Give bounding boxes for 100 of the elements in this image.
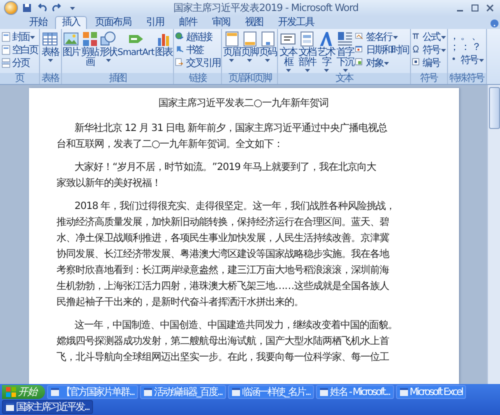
ribbon-button[interactable]: 交叉引用 bbox=[175, 57, 220, 69]
page-number-icon bbox=[260, 31, 276, 47]
ribbon-button[interactable]: 文档部件 bbox=[298, 31, 316, 72]
group-label: 表格 bbox=[40, 73, 60, 84]
help-icon bbox=[490, 18, 498, 28]
ribbon-button[interactable]: SmartArt bbox=[118, 31, 154, 58]
document-parts-icon bbox=[299, 31, 316, 47]
ribbon-button[interactable]: 超链接 bbox=[175, 31, 220, 43]
ribbon-button[interactable]: 表格 bbox=[42, 31, 58, 62]
group-label: 页眉和页脚 bbox=[222, 73, 278, 84]
punctuation-button[interactable]: ； bbox=[450, 42, 460, 53]
redo-button[interactable] bbox=[51, 2, 63, 14]
taskbar-item[interactable]: 姓名 - Microsoft... bbox=[316, 385, 394, 399]
save-button[interactable] bbox=[21, 2, 33, 14]
group-label: 文本 bbox=[278, 73, 410, 84]
ribbon-tab[interactable]: 开发工具 bbox=[271, 16, 321, 29]
cross-reference-icon bbox=[175, 58, 186, 68]
ribbon-button[interactable]: 首字下沉 bbox=[336, 31, 354, 72]
ribbon-button[interactable]: 符号 bbox=[450, 54, 484, 66]
group-label: 特殊符号 bbox=[448, 73, 486, 84]
caret-icon bbox=[478, 58, 484, 62]
redo-icon bbox=[52, 3, 62, 13]
ribbon-tab[interactable]: 邮件 bbox=[172, 16, 204, 29]
windows-logo-icon bbox=[6, 387, 16, 397]
window-icon bbox=[51, 388, 59, 396]
group-label: 插图 bbox=[62, 73, 174, 84]
ribbon-button[interactable]: 签名行 bbox=[355, 31, 409, 43]
ribbon-button[interactable]: 剪贴画 bbox=[80, 31, 98, 68]
scrollbar[interactable] bbox=[487, 85, 500, 384]
group-label: 符号 bbox=[410, 73, 447, 84]
window-icon bbox=[6, 403, 14, 411]
undo-button[interactable] bbox=[36, 2, 48, 14]
word-art-icon bbox=[318, 31, 334, 47]
caret-icon bbox=[229, 59, 234, 62]
window-icon bbox=[144, 388, 152, 396]
ribbon-button[interactable]: 公式 bbox=[412, 31, 446, 43]
ribbon-button[interactable]: 封面 bbox=[1, 31, 38, 43]
punctuation-button[interactable]: ？ bbox=[472, 42, 482, 53]
ribbon-tab[interactable]: 开始 bbox=[22, 16, 54, 29]
punctuation-button[interactable]: 。 bbox=[460, 31, 471, 42]
ribbon-button[interactable]: 图片 bbox=[62, 31, 80, 58]
header-icon bbox=[224, 31, 240, 47]
page-icon bbox=[1, 32, 11, 42]
ribbon-button[interactable]: 日期和时间 bbox=[355, 44, 409, 56]
taskbar-item[interactable]: 临涵一样使_名片... bbox=[228, 385, 314, 399]
maximize-button[interactable] bbox=[469, 2, 481, 14]
help-button[interactable] bbox=[488, 17, 500, 29]
group-label: 链接 bbox=[174, 73, 222, 84]
ribbon-button[interactable]: 编号 bbox=[412, 57, 446, 69]
ribbon-tab[interactable]: 页面布局 bbox=[88, 16, 138, 29]
bar-chart-icon bbox=[156, 31, 172, 47]
ribbon-button[interactable]: 分页 bbox=[1, 57, 38, 69]
shapes-icon bbox=[100, 31, 116, 47]
ribbon-button[interactable]: 书签 bbox=[175, 44, 220, 56]
close-button[interactable] bbox=[484, 2, 496, 14]
drop-cap-icon bbox=[337, 31, 354, 47]
paragraph: 2018 年，我们过得很充实、走得很坚定。这一年，我们战胜各种风险挑战， 推动经济高质量发展，加快新旧动能转换，保持经济运行在合理区间。蓝天、碧 水、净土保卫战顺利推进，各项民生事业加快发展，人民生活持续改善。京津冀 协同发展、长江经济带发展、粤港澳大湾区建设等国家战略稳步实施。我在各地 考察时欣喜地看到：长江两岸绿意盎然，建三江万亩大地号稻浪滚滚，深圳前海 生机勃勃，上海张江活力四射，港珠澳大桥飞架三地……这些成就是全国各族人 民撸起袖子干出来的，是新时代奋斗者挥洒汗水拼出来的。 bbox=[56, 200, 396, 310]
caret-icon bbox=[440, 36, 446, 38]
bookmark-icon bbox=[175, 45, 186, 55]
clip-art-icon bbox=[82, 31, 98, 47]
ribbon-tab[interactable]: 引用 bbox=[139, 16, 171, 29]
punctuation-button[interactable]: 、 bbox=[472, 31, 482, 42]
footer-icon bbox=[242, 31, 258, 47]
text-box-icon bbox=[280, 31, 296, 47]
punctuation-button[interactable]: ， bbox=[450, 31, 460, 42]
taskbar-item[interactable]: 活动编辑器_百度... bbox=[140, 385, 226, 399]
taskbar-item[interactable]: 国家主席习近平发... bbox=[2, 400, 94, 414]
window-icon bbox=[320, 388, 328, 396]
ribbon-button[interactable]: 形状 bbox=[100, 31, 116, 62]
ribbon-button[interactable]: 页眉 bbox=[223, 31, 240, 62]
ribbon-button[interactable]: 艺术字 bbox=[317, 31, 336, 72]
window-icon bbox=[400, 388, 408, 396]
taskbar-item[interactable]: Microsoft Excel bbox=[396, 385, 466, 399]
table-icon bbox=[42, 31, 58, 47]
caret-icon bbox=[384, 62, 390, 64]
picture-icon bbox=[63, 31, 79, 47]
ribbon-button[interactable]: 符号 bbox=[412, 44, 446, 56]
ribbon-button[interactable]: 页码 bbox=[259, 31, 276, 62]
document-title: 国家主席习近平发表二○一九年新年贺词 bbox=[158, 96, 330, 111]
ribbon-button[interactable]: 空白页 bbox=[1, 44, 38, 56]
punctuation-button[interactable]: ： bbox=[460, 42, 471, 53]
ribbon-tab[interactable]: 插入 bbox=[55, 16, 87, 29]
caret-icon bbox=[247, 59, 252, 62]
caret-icon bbox=[106, 59, 110, 62]
ribbon-button[interactable]: 页脚 bbox=[241, 31, 258, 62]
ribbon-tab[interactable]: 视图 bbox=[238, 16, 270, 29]
number-icon bbox=[412, 58, 422, 68]
page-break-icon bbox=[1, 58, 11, 68]
ribbon-tab[interactable]: 审阅 bbox=[205, 16, 237, 29]
paragraph: 新华社北京 12 月 31 日电 新年前夕，国家主席习近平通过中央广播电视总 台和互联网，发表了二○一九年新年贺词。全文如下： bbox=[56, 122, 387, 152]
taskbar-item[interactable]: 【官方国家片单群... bbox=[47, 385, 138, 399]
caret-icon bbox=[392, 36, 398, 38]
maximize-icon bbox=[471, 4, 479, 12]
close-icon bbox=[486, 4, 494, 12]
ribbon-button[interactable]: 图表 bbox=[155, 31, 172, 58]
ribbon-button[interactable]: 文本框 bbox=[279, 31, 298, 72]
window-icon bbox=[232, 388, 240, 396]
undo-icon bbox=[37, 3, 47, 13]
caret-icon bbox=[440, 48, 446, 52]
ribbon-button[interactable]: 对象 bbox=[355, 57, 409, 69]
